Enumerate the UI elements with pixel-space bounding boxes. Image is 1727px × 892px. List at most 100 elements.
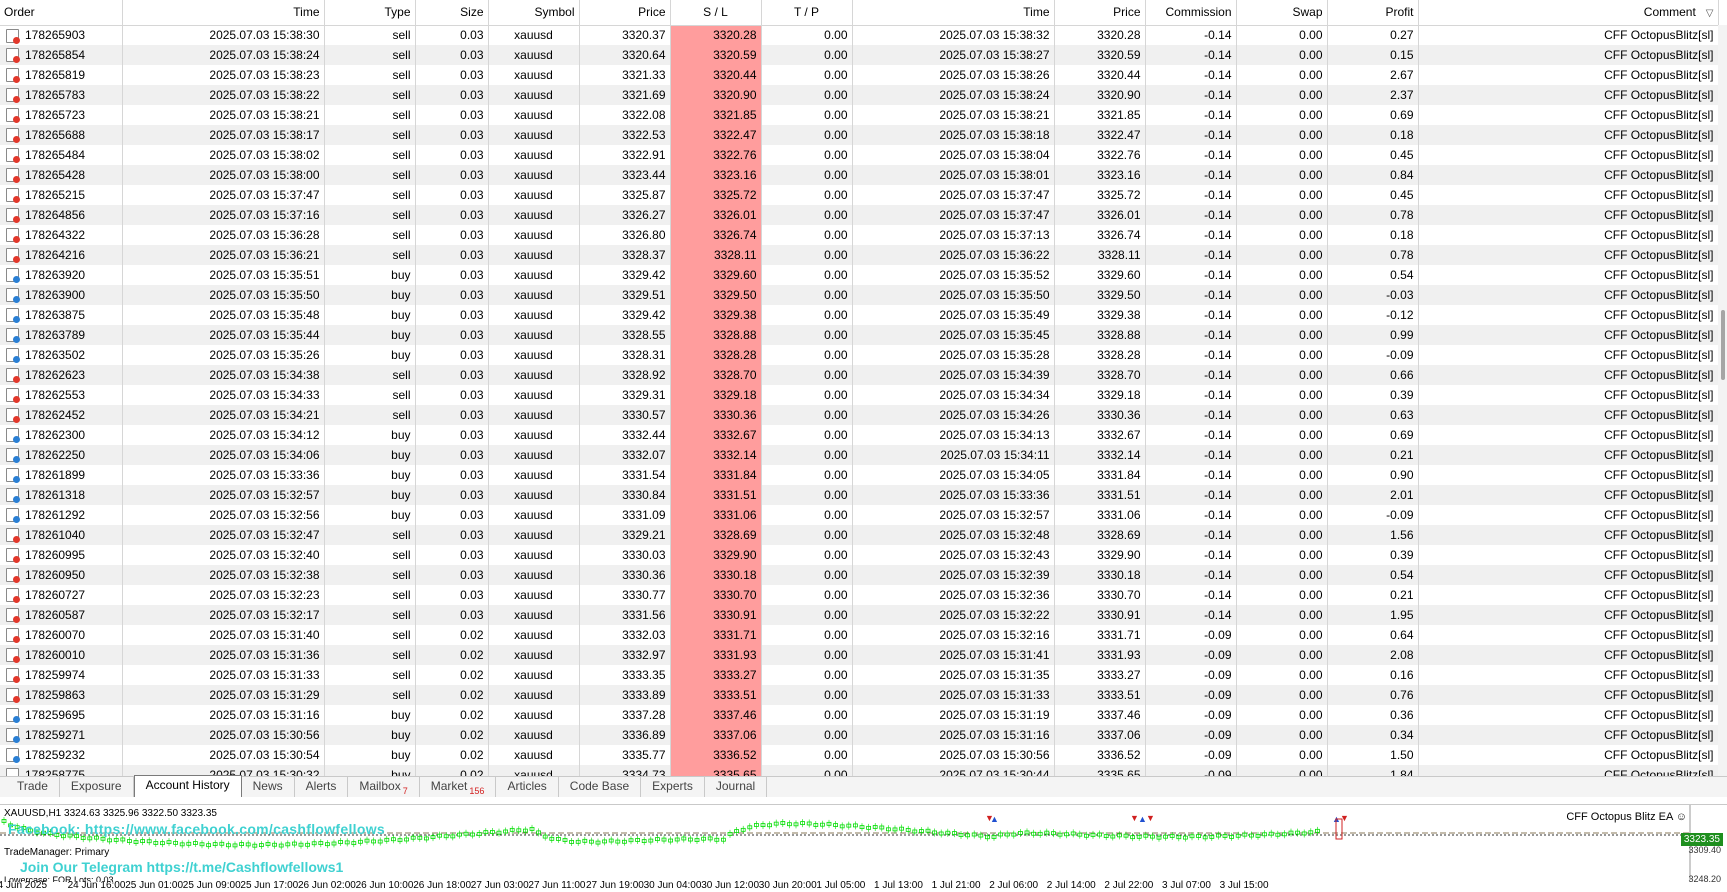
sort-arrow-icon[interactable]: ▽: [1706, 8, 1714, 19]
close-price-cell: 3322.76: [1054, 145, 1146, 165]
tab-experts[interactable]: Experts: [641, 777, 705, 797]
table-row[interactable]: 178259232 2025.07.03 15:30:54 buy 0.02 xauus…: [0, 745, 1719, 765]
table-row[interactable]: 178259271 2025.07.03 15:30:56 buy 0.02 xauus…: [0, 725, 1719, 745]
table-row[interactable]: 178264856 2025.07.03 15:37:16 sell 0.03 xauu…: [0, 205, 1719, 225]
commission-cell: -0.14: [1145, 85, 1237, 105]
table-row[interactable]: 178265428 2025.07.03 15:38:00 sell 0.03 xauu…: [0, 165, 1719, 185]
tab-journal[interactable]: Journal: [705, 777, 768, 797]
table-row[interactable]: 178259695 2025.07.03 15:31:16 buy 0.02 xauus…: [0, 705, 1719, 725]
table-row[interactable]: 178265723 2025.07.03 15:38:21 sell 0.03 xauu…: [0, 105, 1719, 125]
sell-order-icon: [6, 248, 20, 264]
table-row[interactable]: 178262452 2025.07.03 15:34:21 sell 0.03 xauu…: [0, 405, 1719, 425]
commission-cell: -0.09: [1145, 665, 1237, 685]
table-row[interactable]: 178265688 2025.07.03 15:38:17 sell 0.03 xauu…: [0, 125, 1719, 145]
open-price-cell: 3329.21: [579, 525, 671, 545]
tab-code-base[interactable]: Code Base: [559, 777, 642, 797]
col-header-type[interactable]: Type: [324, 0, 416, 26]
table-row[interactable]: 178262623 2025.07.03 15:34:38 sell 0.03 xauu…: [0, 365, 1719, 385]
table-row[interactable]: 178261040 2025.07.03 15:32:47 sell 0.03 xauu…: [0, 525, 1719, 545]
table-row[interactable]: 178260727 2025.07.03 15:32:23 sell 0.03 xauu…: [0, 585, 1719, 605]
table-row[interactable]: 178260995 2025.07.03 15:32:40 sell 0.03 xauu…: [0, 545, 1719, 565]
col-header-close-price[interactable]: Price: [1054, 0, 1146, 26]
type-cell: buy: [324, 325, 416, 345]
price-chart[interactable]: ▼ ▲ ▼ ▲ ▼ ▲ ▼ XAUUSD,H1 3324.63 3325.96 3322.5…: [0, 804, 1727, 892]
tab-articles[interactable]: Articles: [496, 777, 559, 797]
tab-account-history[interactable]: Account History: [133, 775, 242, 797]
col-header-order[interactable]: Order: [0, 0, 123, 26]
table-row[interactable]: 178265215 2025.07.03 15:37:47 sell 0.03 xauu…: [0, 185, 1719, 205]
col-header-tp[interactable]: T / P: [761, 0, 853, 26]
order-cell: 178263789: [0, 325, 123, 345]
table-row[interactable]: 178260587 2025.07.03 15:32:17 sell 0.03 xauu…: [0, 605, 1719, 625]
table-row[interactable]: 178260070 2025.07.03 15:31:40 sell 0.02 xauu…: [0, 625, 1719, 645]
tab-market[interactable]: Market 156: [420, 777, 497, 797]
sl-cell: 3329.18: [670, 385, 762, 405]
swap-cell: 0.00: [1236, 365, 1328, 385]
table-row[interactable]: 178263900 2025.07.03 15:35:50 buy 0.03 xauus…: [0, 285, 1719, 305]
table-row[interactable]: 178262300 2025.07.03 15:34:12 buy 0.03 xauus…: [0, 425, 1719, 445]
open-price-cell: 3325.87: [579, 185, 671, 205]
type-cell: buy: [324, 765, 416, 776]
table-row[interactable]: 178260010 2025.07.03 15:31:36 sell 0.02 xauu…: [0, 645, 1719, 665]
table-row[interactable]: 178265819 2025.07.03 15:38:23 sell 0.03 xauu…: [0, 65, 1719, 85]
table-row[interactable]: 178259974 2025.07.03 15:31:33 sell 0.02 xauu…: [0, 665, 1719, 685]
time-axis-label: 27 Jun 03:00: [470, 880, 529, 891]
tab-exposure[interactable]: Exposure: [60, 777, 134, 797]
table-row[interactable]: 178258775 2025.07.03 15:30:32 buy 0.02 xauus…: [0, 765, 1719, 776]
col-header-comment[interactable]: Comment ▽: [1418, 0, 1719, 26]
comment-cell: CFF OctopusBlitz[sl]: [1418, 725, 1719, 745]
col-header-close-time[interactable]: Time: [852, 0, 1055, 26]
tab-trade[interactable]: Trade: [6, 777, 60, 797]
order-cell: 178264216: [0, 245, 123, 265]
table-row[interactable]: 178261318 2025.07.03 15:32:57 buy 0.03 xauus…: [0, 485, 1719, 505]
order-number: 178265903: [25, 27, 86, 42]
table-row[interactable]: 178262553 2025.07.03 15:34:33 sell 0.03 xauu…: [0, 385, 1719, 405]
commission-cell: -0.14: [1145, 345, 1237, 365]
col-header-time[interactable]: Time: [122, 0, 325, 26]
time-axis-label: 24 Jun 16:00: [67, 880, 126, 891]
table-row[interactable]: 178265484 2025.07.03 15:38:02 sell 0.03 xauu…: [0, 145, 1719, 165]
table-row[interactable]: 178265903 2025.07.03 15:38:30 sell 0.03 xauu…: [0, 25, 1719, 45]
table-row[interactable]: 178265783 2025.07.03 15:38:22 sell 0.03 xauu…: [0, 85, 1719, 105]
order-cell: 178263502: [0, 345, 123, 365]
vertical-scrollbar[interactable]: [1718, 25, 1727, 776]
sl-cell: 3330.36: [670, 405, 762, 425]
table-row[interactable]: 178263789 2025.07.03 15:35:44 buy 0.03 xauus…: [0, 325, 1719, 345]
col-header-size[interactable]: Size: [415, 0, 489, 26]
swap-cell: 0.00: [1236, 325, 1328, 345]
table-row[interactable]: 178262250 2025.07.03 15:34:06 buy 0.03 xauus…: [0, 445, 1719, 465]
table-row[interactable]: 178265854 2025.07.03 15:38:24 sell 0.03 xauu…: [0, 45, 1719, 65]
size-cell: 0.03: [415, 505, 489, 525]
col-header-profit[interactable]: Profit: [1327, 0, 1419, 26]
scrollbar-thumb[interactable]: [1721, 310, 1725, 380]
table-row[interactable]: 178263920 2025.07.03 15:35:51 buy 0.03 xauus…: [0, 265, 1719, 285]
col-header-sl[interactable]: S / L: [670, 0, 762, 26]
table-row[interactable]: 178264216 2025.07.03 15:36:21 sell 0.03 xauu…: [0, 245, 1719, 265]
table-row[interactable]: 178260950 2025.07.03 15:32:38 sell 0.03 xauu…: [0, 565, 1719, 585]
col-header-commission[interactable]: Commission: [1145, 0, 1237, 26]
table-row[interactable]: 178261899 2025.07.03 15:33:36 buy 0.03 xauus…: [0, 465, 1719, 485]
close-time-cell: 2025.07.03 15:34:26: [852, 405, 1055, 425]
tab-mailbox[interactable]: Mailbox 7: [348, 777, 420, 797]
table-row[interactable]: 178264322 2025.07.03 15:36:28 sell 0.03 xauu…: [0, 225, 1719, 245]
table-row[interactable]: 178261292 2025.07.03 15:32:56 buy 0.03 xauus…: [0, 505, 1719, 525]
col-header-swap[interactable]: Swap: [1236, 0, 1328, 26]
swap-cell: 0.00: [1236, 145, 1328, 165]
comment-cell: CFF OctopusBlitz[sl]: [1418, 225, 1719, 245]
col-header-symbol[interactable]: Symbol: [488, 0, 580, 26]
sl-cell: 3328.28: [670, 345, 762, 365]
table-row[interactable]: 178263875 2025.07.03 15:35:48 buy 0.03 xauus…: [0, 305, 1719, 325]
tab-news[interactable]: News: [242, 777, 295, 797]
table-row[interactable]: 178263502 2025.07.03 15:35:26 buy 0.03 xauus…: [0, 345, 1719, 365]
tp-cell: 0.00: [761, 245, 853, 265]
close-price-cell: 3337.06: [1054, 725, 1146, 745]
comment-cell: CFF OctopusBlitz[sl]: [1418, 485, 1719, 505]
swap-cell: 0.00: [1236, 185, 1328, 205]
open-time-cell: 2025.07.03 15:35:26: [122, 345, 325, 365]
open-price-cell: 3329.42: [579, 305, 671, 325]
table-row[interactable]: 178259863 2025.07.03 15:31:29 sell 0.02 xauu…: [0, 685, 1719, 705]
col-header-price[interactable]: Price: [579, 0, 671, 26]
tab-alerts[interactable]: Alerts: [295, 777, 349, 797]
open-time-cell: 2025.07.03 15:38:21: [122, 105, 325, 125]
type-cell: buy: [324, 265, 416, 285]
